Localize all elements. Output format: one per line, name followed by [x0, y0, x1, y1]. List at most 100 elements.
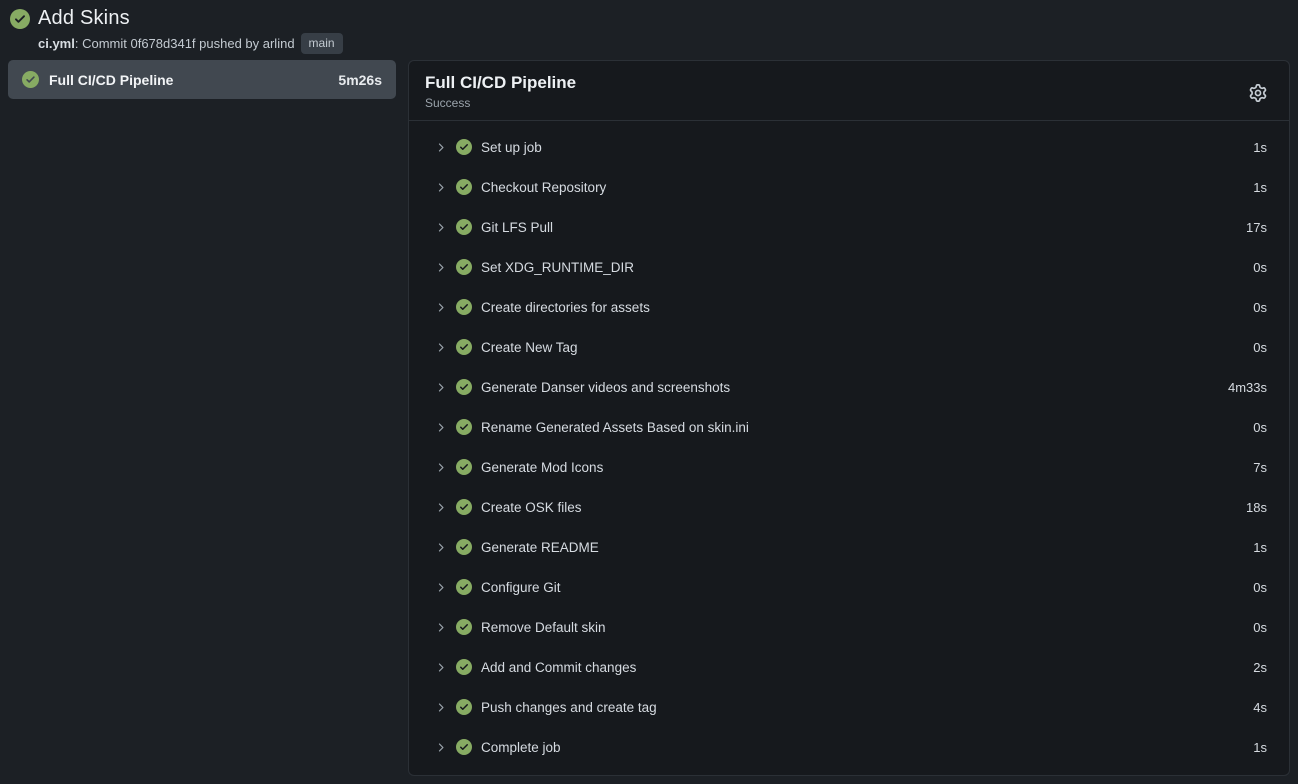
check-circle-icon	[456, 539, 472, 555]
check-circle-icon	[456, 219, 472, 235]
step-duration: 17s	[1246, 220, 1267, 235]
job-duration: 5m26s	[338, 72, 382, 88]
check-circle-icon	[456, 699, 472, 715]
step-duration: 1s	[1253, 140, 1267, 155]
branch-badge[interactable]: main	[301, 33, 343, 54]
step-label: Generate Mod Icons	[481, 460, 1253, 475]
step-row[interactable]: Set up job 1s	[409, 127, 1289, 167]
step-label: Generate Danser videos and screenshots	[481, 380, 1228, 395]
step-label: Set XDG_RUNTIME_DIR	[481, 260, 1253, 275]
step-duration: 4m33s	[1228, 380, 1267, 395]
run-content: Full CI/CD Pipeline 5m26s Full CI/CD Pip…	[0, 60, 1298, 776]
check-circle-icon	[456, 299, 472, 315]
step-duration: 18s	[1246, 500, 1267, 515]
check-circle-icon	[456, 379, 472, 395]
chevron-right-icon[interactable]	[434, 301, 447, 314]
step-label: Complete job	[481, 740, 1253, 755]
step-duration: 0s	[1253, 260, 1267, 275]
check-circle-icon	[456, 459, 472, 475]
step-row[interactable]: Create OSK files 18s	[409, 487, 1289, 527]
job-detail-title: Full CI/CD Pipeline	[425, 72, 576, 94]
step-duration: 1s	[1253, 540, 1267, 555]
step-duration: 1s	[1253, 180, 1267, 195]
step-row[interactable]: Create New Tag 0s	[409, 327, 1289, 367]
chevron-right-icon[interactable]	[434, 501, 447, 514]
jobs-sidebar: Full CI/CD Pipeline 5m26s	[8, 60, 396, 99]
check-circle-icon	[456, 579, 472, 595]
step-label: Create OSK files	[481, 500, 1246, 515]
steps-list: Set up job 1s Checkout Repository 1s Git…	[409, 121, 1289, 775]
chevron-right-icon[interactable]	[434, 381, 447, 394]
job-detail-titles: Full CI/CD Pipeline Success	[425, 72, 576, 110]
check-circle-icon	[456, 259, 472, 275]
step-row[interactable]: Complete job 1s	[409, 727, 1289, 767]
step-row[interactable]: Remove Default skin 0s	[409, 607, 1289, 647]
check-circle-icon	[22, 71, 39, 88]
workflow-file-name: ci.yml: Commit 0f678d341f pushed by arli…	[38, 36, 295, 51]
step-row[interactable]: Create directories for assets 0s	[409, 287, 1289, 327]
step-label: Remove Default skin	[481, 620, 1253, 635]
chevron-right-icon[interactable]	[434, 741, 447, 754]
check-circle-icon	[456, 339, 472, 355]
step-label: Set up job	[481, 140, 1253, 155]
step-row[interactable]: Set XDG_RUNTIME_DIR 0s	[409, 247, 1289, 287]
step-duration: 4s	[1253, 700, 1267, 715]
step-row[interactable]: Git LFS Pull 17s	[409, 207, 1289, 247]
check-circle-icon	[456, 659, 472, 675]
chevron-right-icon[interactable]	[434, 221, 447, 234]
check-circle-icon	[456, 419, 472, 435]
chevron-right-icon[interactable]	[434, 341, 447, 354]
step-duration: 1s	[1253, 740, 1267, 755]
step-row[interactable]: Generate README 1s	[409, 527, 1289, 567]
step-label: Git LFS Pull	[481, 220, 1246, 235]
chevron-right-icon[interactable]	[434, 661, 447, 674]
chevron-right-icon[interactable]	[434, 541, 447, 554]
run-subtitle: ci.yml: Commit 0f678d341f pushed by arli…	[38, 33, 1288, 54]
step-row[interactable]: Generate Mod Icons 7s	[409, 447, 1289, 487]
step-label: Create directories for assets	[481, 300, 1253, 315]
check-circle-icon	[10, 9, 30, 29]
chevron-right-icon[interactable]	[434, 421, 447, 434]
step-label: Checkout Repository	[481, 180, 1253, 195]
chevron-right-icon[interactable]	[434, 581, 447, 594]
step-label: Create New Tag	[481, 340, 1253, 355]
workflow-file-bold: ci.yml	[38, 36, 75, 51]
chevron-right-icon[interactable]	[434, 461, 447, 474]
step-duration: 2s	[1253, 660, 1267, 675]
check-circle-icon	[456, 619, 472, 635]
step-row[interactable]: Configure Git 0s	[409, 567, 1289, 607]
step-label: Add and Commit changes	[481, 660, 1253, 675]
step-duration: 0s	[1253, 580, 1267, 595]
chevron-right-icon[interactable]	[434, 261, 447, 274]
page-title: Add Skins	[38, 7, 130, 30]
step-duration: 7s	[1253, 460, 1267, 475]
job-detail-header: Full CI/CD Pipeline Success	[409, 61, 1289, 121]
step-label: Push changes and create tag	[481, 700, 1253, 715]
step-row[interactable]: Checkout Repository 1s	[409, 167, 1289, 207]
step-label: Generate README	[481, 540, 1253, 555]
run-header: Add Skins ci.yml: Commit 0f678d341f push…	[0, 0, 1298, 60]
step-label: Rename Generated Assets Based on skin.in…	[481, 420, 1253, 435]
step-row[interactable]: Push changes and create tag 4s	[409, 687, 1289, 727]
step-duration: 0s	[1253, 620, 1267, 635]
chevron-right-icon[interactable]	[434, 141, 447, 154]
check-circle-icon	[456, 499, 472, 515]
chevron-right-icon[interactable]	[434, 181, 447, 194]
job-name: Full CI/CD Pipeline	[49, 72, 328, 88]
step-duration: 0s	[1253, 300, 1267, 315]
check-circle-icon	[456, 139, 472, 155]
chevron-right-icon[interactable]	[434, 621, 447, 634]
check-circle-icon	[456, 179, 472, 195]
step-duration: 0s	[1253, 340, 1267, 355]
job-detail-panel: Full CI/CD Pipeline Success Set up job 1…	[408, 60, 1290, 776]
step-row[interactable]: Generate Danser videos and screenshots 4…	[409, 367, 1289, 407]
step-duration: 0s	[1253, 420, 1267, 435]
check-circle-icon	[456, 739, 472, 755]
step-label: Configure Git	[481, 580, 1253, 595]
commit-info-text: : Commit 0f678d341f pushed by arlind	[75, 36, 295, 51]
sidebar-job-full-cicd-pipeline[interactable]: Full CI/CD Pipeline 5m26s	[8, 60, 396, 99]
step-row[interactable]: Add and Commit changes 2s	[409, 647, 1289, 687]
gear-icon[interactable]	[1245, 80, 1271, 106]
chevron-right-icon[interactable]	[434, 701, 447, 714]
step-row[interactable]: Rename Generated Assets Based on skin.in…	[409, 407, 1289, 447]
